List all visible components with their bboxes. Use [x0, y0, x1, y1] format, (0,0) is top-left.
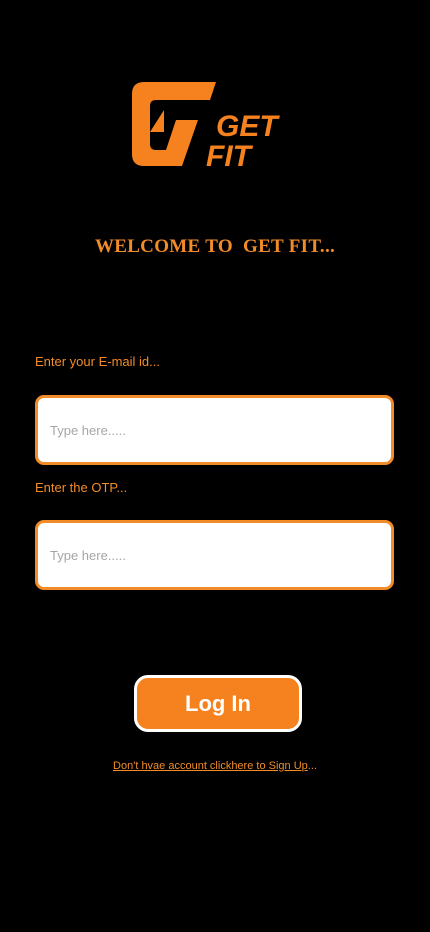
signup-suffix: ... [307, 760, 317, 772]
logo-g-emblem [132, 82, 216, 166]
email-input[interactable] [35, 395, 394, 465]
email-label: Enter your E-mail id... [35, 354, 160, 369]
logo-text-get: GET [216, 110, 280, 143]
logo-text-fit: FIT [206, 140, 254, 170]
signup-link[interactable]: Don't hvae account clickhere to Sign Up [113, 760, 308, 772]
get-fit-logo: GET FIT [130, 80, 300, 170]
login-button[interactable]: Log In [134, 675, 302, 732]
otp-label: Enter the OTP... [35, 480, 128, 495]
otp-input[interactable] [35, 520, 394, 590]
welcome-heading: WELCOME TO GET FIT... [94, 236, 336, 257]
signup-row: Don't hvae account clickhere to Sign Up.… [0, 760, 430, 772]
logo-g-cut [150, 110, 164, 132]
